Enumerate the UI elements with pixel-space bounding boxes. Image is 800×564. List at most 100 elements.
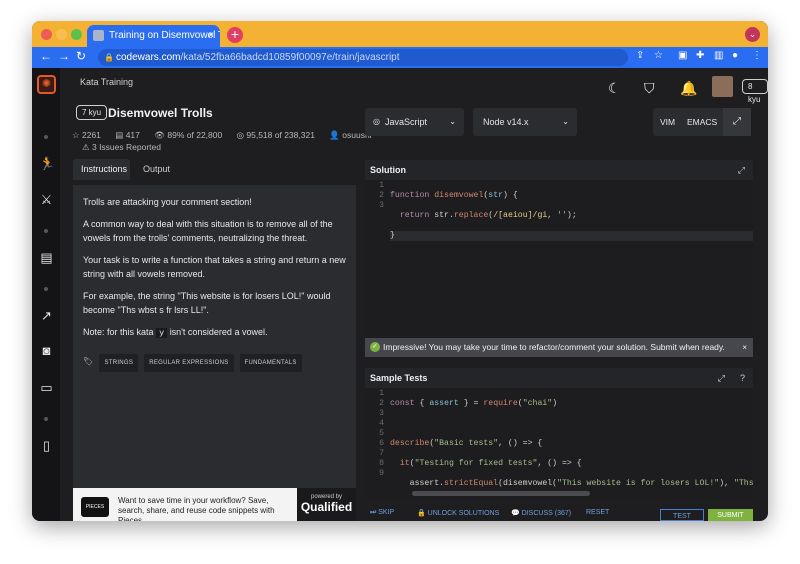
tag-fundamentals[interactable]: FUNDAMENTALS bbox=[239, 354, 302, 372]
fullscreen-icon[interactable]: ⤢ bbox=[723, 108, 751, 136]
line-number: 5 bbox=[379, 429, 384, 438]
test-button[interactable]: TEST bbox=[660, 509, 704, 521]
success-notice: ✓ Impressive! You may take your time to … bbox=[365, 338, 753, 357]
docs-book-icon[interactable]: ▯ bbox=[39, 438, 54, 453]
codewars-logo-icon[interactable]: ✺ bbox=[37, 75, 56, 94]
tab-output[interactable]: Output bbox=[135, 159, 178, 180]
browser-window: Training on Disemvowel Trolls × + ⌄ ← → … bbox=[32, 21, 768, 521]
line-number: 3 bbox=[379, 201, 384, 210]
tag-strings[interactable]: STRINGS bbox=[99, 354, 139, 372]
reload-icon[interactable]: ↻ bbox=[76, 49, 86, 63]
lock-icon: 🔒 bbox=[104, 53, 114, 62]
expand-icon[interactable]: ⤢ bbox=[738, 160, 745, 180]
bookmarks-icon[interactable]: ⛉ bbox=[644, 80, 655, 97]
minimize-window-button[interactable] bbox=[56, 29, 67, 40]
pieces-promo[interactable]: PIECES Want to save time in your workflo… bbox=[73, 488, 356, 521]
qualified-logo: Qualified bbox=[300, 500, 353, 514]
solution-editor[interactable]: 1 2 3 function disemvowel(str) { return … bbox=[365, 181, 753, 338]
collections-stat: ▤ 417 bbox=[115, 130, 140, 140]
pieces-logo: PIECES bbox=[81, 497, 109, 517]
sidebar: ✺ 🏃 ⚔ ▤ ↗ ◙ ▭ ▯ bbox=[32, 68, 60, 521]
sidebar-divider-dot bbox=[44, 417, 48, 421]
briefcase-icon[interactable]: ▤ bbox=[39, 250, 54, 265]
dojo-icon[interactable]: ⚔ bbox=[39, 192, 54, 207]
solution-code[interactable]: function disemvowel(str) { return str.re… bbox=[390, 181, 753, 261]
new-tab-button[interactable]: + bbox=[227, 27, 243, 43]
leaderboard-icon[interactable]: ↗ bbox=[39, 308, 54, 323]
version-select[interactable]: Node v14.x ⌄ bbox=[473, 108, 577, 136]
discord-icon[interactable]: ◙ bbox=[39, 343, 54, 358]
browser-tab-active[interactable]: Training on Disemvowel Trolls × bbox=[87, 25, 220, 47]
tag-regular-expressions[interactable]: REGULAR EXPRESSIONS bbox=[144, 354, 234, 372]
horizontal-scrollbar[interactable] bbox=[412, 491, 590, 496]
reset-button[interactable]: RESET bbox=[586, 509, 609, 516]
tab-instructions[interactable]: Instructions bbox=[73, 159, 130, 180]
back-arrow-icon[interactable]: ← bbox=[40, 49, 52, 63]
sample-tests-editor[interactable]: 1 2 3 4 5 6 7 8 9 const { assert } = req… bbox=[365, 389, 753, 499]
language-value: JavaScript bbox=[385, 117, 428, 127]
issues-text[interactable]: 3 Issues Reported bbox=[92, 142, 161, 152]
note-text: Note: for this kata bbox=[83, 327, 154, 337]
kata-rank-badge: 7 kyu bbox=[76, 105, 108, 120]
language-icon: ◎ bbox=[373, 117, 380, 126]
language-select[interactable]: ◎ JavaScript ⌄ bbox=[365, 108, 464, 136]
kata-tags: 🏷 STRINGS REGULAR EXPRESSIONS FUNDAMENTA… bbox=[83, 354, 346, 372]
favicon-icon bbox=[93, 30, 104, 41]
account-icon[interactable]: ● bbox=[732, 50, 738, 61]
kata-description: Trolls are attacking your comment sectio… bbox=[73, 185, 356, 488]
emacs-mode-button[interactable]: EMACS bbox=[687, 108, 717, 136]
chevron-down-icon[interactable]: ⌄ bbox=[745, 27, 760, 42]
version-value: Node v14.x bbox=[483, 117, 529, 127]
stars-stat: ☆ 2261 bbox=[72, 130, 101, 140]
chevron-down-icon: ⌄ bbox=[449, 117, 456, 126]
unlock-solutions-button[interactable]: 🔒 UNLOCK SOLUTIONS bbox=[417, 509, 499, 517]
skip-button[interactable]: ⏭ SKIP bbox=[370, 509, 394, 517]
maximize-window-button[interactable] bbox=[71, 29, 82, 40]
puzzle-icon[interactable]: ✚ bbox=[696, 50, 704, 61]
extension-icon[interactable]: ▣ bbox=[678, 50, 687, 61]
discuss-label: DISCUSS (367) bbox=[521, 510, 572, 517]
practice-icon[interactable]: 🏃 bbox=[39, 156, 55, 171]
sample-tests-code[interactable]: const { assert } = require("chai") descr… bbox=[390, 389, 753, 499]
forum-icon[interactable]: ▭ bbox=[39, 380, 54, 395]
expand-icon[interactable]: ⤢ bbox=[718, 368, 725, 388]
issues-link[interactable]: ⚠ 3 Issues Reported bbox=[82, 142, 161, 153]
code-line: describe("Basic tests", () => { bbox=[390, 439, 543, 448]
help-icon[interactable]: ? bbox=[740, 368, 745, 388]
tab-close-icon[interactable]: × bbox=[208, 25, 214, 47]
description-paragraph: For example, the string "This website is… bbox=[83, 291, 331, 315]
vim-mode-button[interactable]: VIM bbox=[660, 108, 675, 136]
close-icon[interactable]: × bbox=[742, 338, 747, 357]
code-line: assert.strictEqual(disemvowel("This webs… bbox=[390, 479, 753, 488]
url-input[interactable]: 🔒 codewars.com/kata/52fba66badcd10859f00… bbox=[98, 49, 628, 66]
solution-title: Solution bbox=[370, 165, 406, 175]
description-paragraph: Your task is to write a function that ta… bbox=[83, 255, 346, 279]
more-menu-icon[interactable]: ⋮ bbox=[752, 50, 762, 61]
share-icon[interactable]: ⇪ bbox=[636, 50, 644, 61]
code-line: function disemvowel(str) { bbox=[390, 191, 518, 200]
notifications-bell-icon[interactable]: 🔔 bbox=[680, 80, 697, 97]
kata-stats: ☆ 2261 ▤ 417 👁 89% of 22,800 ◎ 95,518 of… bbox=[72, 130, 384, 141]
line-number: 9 bbox=[379, 469, 384, 478]
discuss-button[interactable]: 💬 DISCUSS (367) bbox=[511, 509, 571, 517]
line-number: 6 bbox=[379, 439, 384, 448]
sample-tests-panel-header: Sample Tests ⤢ ? bbox=[365, 368, 753, 388]
notice-text: Impressive! You may take your time to re… bbox=[383, 342, 725, 352]
bookmark-star-icon[interactable]: ☆ bbox=[654, 50, 663, 61]
sidebar-divider-dot bbox=[44, 135, 48, 139]
completions-value: 95,518 of 238,321 bbox=[246, 130, 315, 140]
browser-tab-bar: Training on Disemvowel Trolls × + ⌄ bbox=[32, 21, 768, 47]
user-avatar[interactable] bbox=[712, 76, 733, 97]
qualified-badge[interactable]: powered by Qualified bbox=[297, 488, 356, 521]
submit-button[interactable]: SUBMIT bbox=[708, 509, 753, 521]
line-number: 1 bbox=[379, 181, 384, 190]
sidepanel-icon[interactable]: ▥ bbox=[714, 50, 723, 61]
close-window-button[interactable] bbox=[41, 29, 52, 40]
sidebar-divider-dot bbox=[44, 287, 48, 291]
forward-arrow-icon[interactable]: → bbox=[58, 49, 70, 63]
collections-count: 417 bbox=[125, 130, 140, 140]
note-text: isn't considered a vowel. bbox=[169, 327, 268, 337]
dark-mode-moon-icon[interactable]: ☾ bbox=[608, 80, 621, 97]
description-paragraph: A common way to deal with this situation… bbox=[83, 219, 333, 243]
